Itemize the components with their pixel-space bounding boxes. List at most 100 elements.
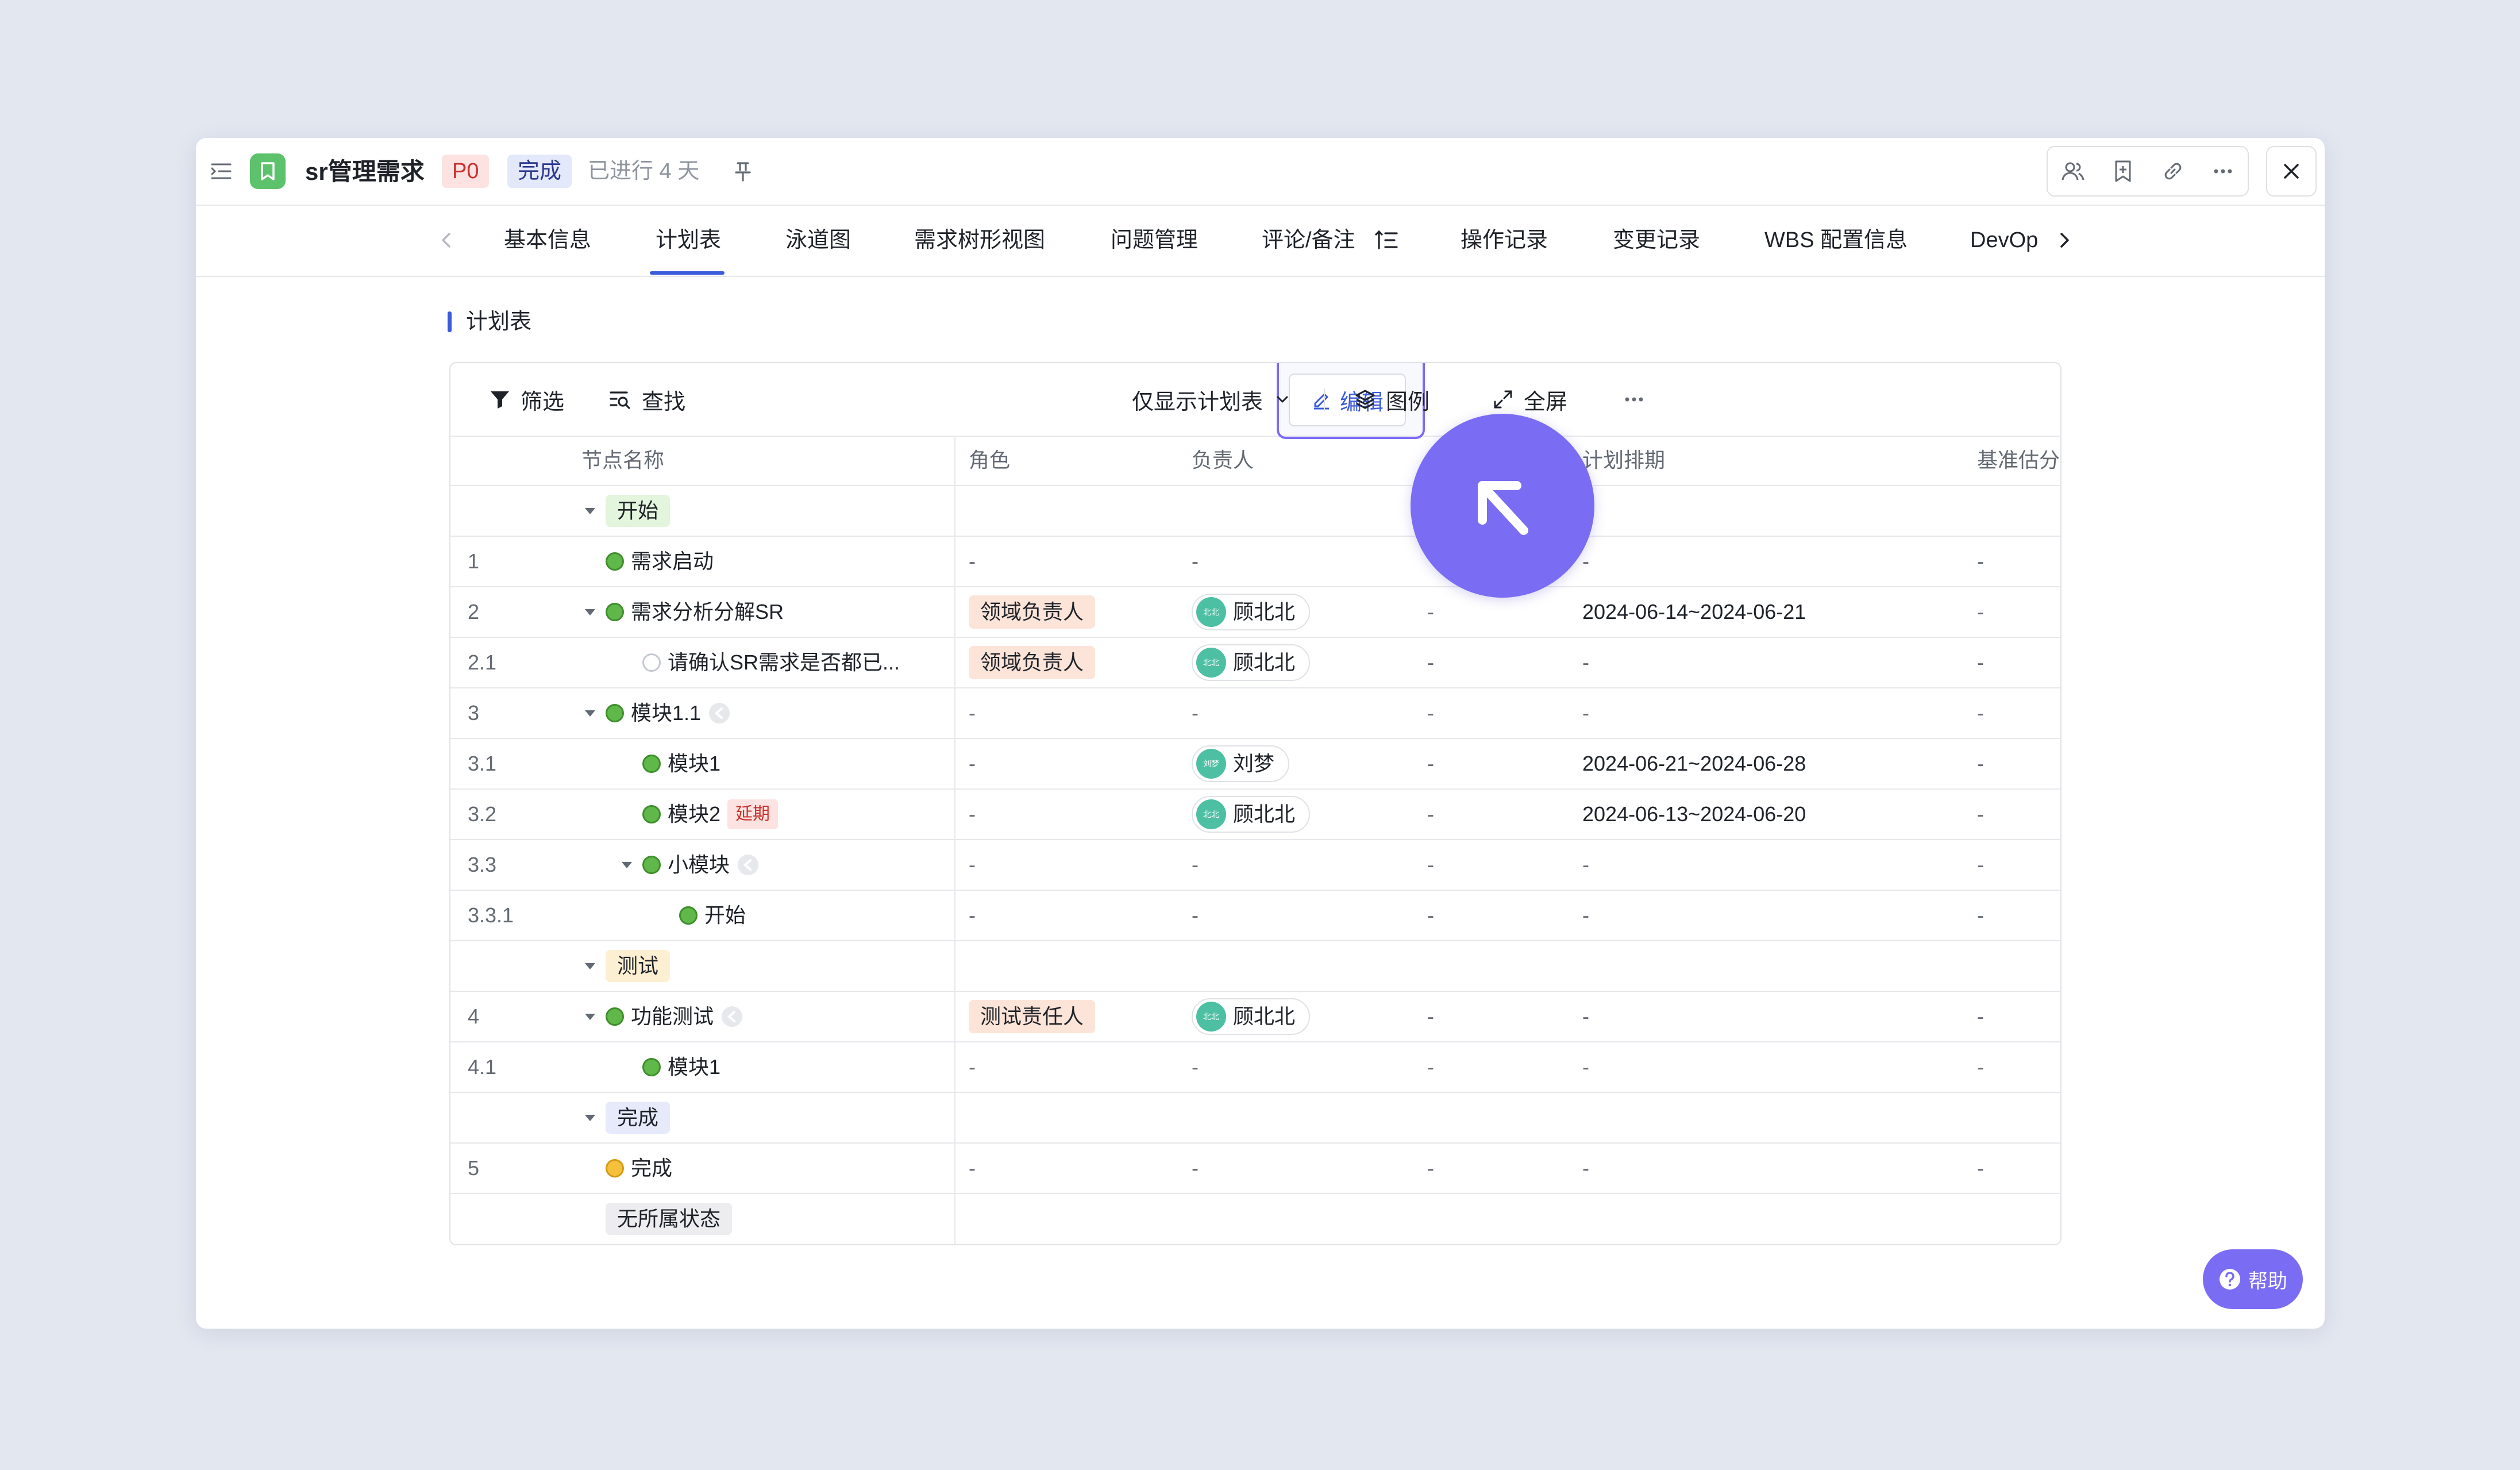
estimate-cell[interactable]: -	[1977, 688, 1984, 738]
tab-issues[interactable]: 问题管理	[1111, 206, 1198, 275]
role-cell[interactable]: -	[969, 1042, 976, 1092]
owner-cell[interactable]: -	[1192, 688, 1199, 738]
hidden-col-cell[interactable]: -	[1427, 587, 1434, 637]
hidden-col-cell[interactable]: -	[1427, 891, 1434, 940]
column-header-estimate[interactable]: 基准估分	[1977, 436, 2060, 485]
tab-devops[interactable]: DevOp	[1970, 206, 2038, 275]
schedule-cell[interactable]: -	[1582, 688, 1589, 738]
group-row-test[interactable]: 测试	[450, 941, 2060, 992]
owner-cell[interactable]: -	[1192, 537, 1199, 586]
role-cell[interactable]: -	[969, 739, 976, 788]
caret-down-icon[interactable]	[581, 603, 599, 621]
bookmark-button[interactable]	[2106, 154, 2140, 188]
table-row[interactable]: 3.3.1 开始 - - - - -	[450, 891, 2060, 941]
fullscreen-button[interactable]: 全屏	[1492, 384, 1567, 415]
hidden-col-cell[interactable]: -	[1427, 688, 1434, 738]
node-name[interactable]: 开始	[704, 891, 746, 940]
column-header-schedule[interactable]: 计划排期	[1582, 436, 1665, 485]
role-cell[interactable]: -	[969, 688, 976, 738]
node-name[interactable]: 功能测试	[631, 992, 714, 1041]
tab-operation-log[interactable]: 操作记录	[1461, 206, 1548, 275]
more-actions-button[interactable]	[2206, 154, 2240, 188]
role-tag[interactable]: 领域负责人	[969, 595, 1096, 629]
node-name[interactable]: 完成	[631, 1144, 672, 1193]
hidden-col-cell[interactable]: -	[1427, 790, 1434, 839]
schedule-cell[interactable]: -	[1582, 1042, 1589, 1092]
tab-comments[interactable]: 评论/备注	[1262, 206, 1355, 275]
node-name[interactable]: 模块1	[668, 1042, 720, 1092]
collapse-sidebar-icon[interactable]	[209, 159, 234, 184]
estimate-cell[interactable]: -	[1977, 790, 1984, 839]
estimate-cell[interactable]: -	[1977, 840, 1984, 890]
tab-wbs-config[interactable]: WBS 配置信息	[1764, 206, 1908, 275]
estimate-cell[interactable]: -	[1977, 992, 1984, 1041]
caret-down-icon[interactable]	[581, 502, 599, 519]
table-row[interactable]: 5 完成 - - - - -	[450, 1144, 2060, 1194]
hidden-col-cell[interactable]: -	[1427, 739, 1434, 788]
estimate-cell[interactable]: -	[1977, 1144, 1984, 1193]
schedule-cell[interactable]: -	[1582, 891, 1589, 940]
tab-tree-view[interactable]: 需求树形视图	[914, 206, 1045, 275]
search-button[interactable]: 查找	[608, 384, 685, 415]
owner-chip[interactable]: 北北 顾北北	[1192, 796, 1311, 833]
schedule-cell[interactable]: -	[1582, 992, 1589, 1041]
chevron-right-icon[interactable]	[2051, 226, 2078, 254]
tab-swimlane[interactable]: 泳道图	[785, 206, 851, 275]
estimate-cell[interactable]: -	[1977, 587, 1984, 637]
owner-cell[interactable]: -	[1192, 891, 1199, 940]
priority-badge[interactable]: P0	[442, 155, 490, 188]
owner-chip[interactable]: 北北 顾北北	[1192, 998, 1311, 1035]
tab-basic-info[interactable]: 基本信息	[504, 206, 591, 275]
table-row[interactable]: 2 需求分析分解SR 领域负责人 北北 顾北北 - 2024-06-14~2024…	[450, 587, 2060, 638]
role-cell[interactable]: -	[969, 537, 976, 586]
hidden-col-cell[interactable]: -	[1427, 992, 1434, 1041]
pin-icon[interactable]	[728, 156, 758, 186]
hidden-col-cell[interactable]: -	[1427, 1042, 1434, 1092]
dependency-icon[interactable]	[708, 702, 731, 725]
estimate-cell[interactable]: -	[1977, 891, 1984, 940]
filter-button[interactable]: 筛选	[488, 384, 564, 415]
help-button[interactable]: 帮助	[2203, 1249, 2303, 1309]
dependency-icon[interactable]	[737, 853, 760, 876]
toolbar-more-button[interactable]	[1621, 384, 1647, 415]
group-row-unassigned[interactable]: 无所属状态	[450, 1194, 2060, 1244]
owner-chip[interactable]: 刘梦 刘梦	[1192, 745, 1290, 782]
members-button[interactable]	[2056, 154, 2090, 188]
table-row[interactable]: 4 功能测试 测试责任人 北北 顾北北 - - -	[450, 992, 2060, 1042]
caret-down-icon[interactable]	[618, 856, 635, 873]
estimate-cell[interactable]: -	[1977, 638, 1984, 687]
caret-down-icon[interactable]	[581, 1008, 599, 1025]
sort-icon[interactable]	[1373, 226, 1400, 254]
hidden-col-cell[interactable]: -	[1427, 1144, 1434, 1193]
role-cell[interactable]: -	[969, 891, 976, 940]
role-tag[interactable]: 领域负责人	[969, 646, 1096, 679]
column-header-role[interactable]: 角色	[969, 436, 1010, 485]
node-name[interactable]: 模块2	[668, 790, 720, 839]
table-row[interactable]: 2.1 请确认SR需求是否都已... 领域负责人 北北 顾北北 - - -	[450, 638, 2060, 688]
table-row[interactable]: 3.3 小模块 - - - - -	[450, 840, 2060, 891]
status-badge[interactable]: 完成	[507, 155, 572, 188]
owner-cell[interactable]: -	[1192, 1042, 1199, 1092]
schedule-cell[interactable]: 2024-06-21~2024-06-28	[1582, 739, 1806, 788]
caret-down-icon[interactable]	[581, 1109, 599, 1126]
node-name[interactable]: 模块1.1	[631, 688, 701, 738]
role-tag[interactable]: 测试责任人	[969, 1000, 1096, 1033]
node-name[interactable]: 需求启动	[631, 537, 714, 586]
node-name[interactable]: 小模块	[668, 840, 730, 890]
legend-button[interactable]: 图例	[1354, 384, 1429, 415]
schedule-cell[interactable]: -	[1582, 638, 1589, 687]
role-cell[interactable]: -	[969, 1144, 976, 1193]
caret-down-icon[interactable]	[581, 705, 599, 722]
table-row[interactable]: 3.2 模块2 延期 - 北北 顾北北 - 2024-06-13~2024-06-…	[450, 790, 2060, 840]
group-row-done[interactable]: 完成	[450, 1093, 2060, 1144]
schedule-cell[interactable]: 2024-06-14~2024-06-21	[1582, 587, 1806, 637]
estimate-cell[interactable]: -	[1977, 537, 1984, 586]
hidden-col-cell[interactable]: -	[1427, 638, 1434, 687]
group-row-start[interactable]: 开始	[450, 486, 2060, 537]
column-header-name[interactable]: 节点名称	[581, 436, 664, 485]
schedule-cell[interactable]: 2024-06-13~2024-06-20	[1582, 790, 1806, 839]
estimate-cell[interactable]: -	[1977, 1042, 1984, 1092]
role-cell[interactable]: -	[969, 840, 976, 890]
table-row[interactable]: 3 模块1.1 - - - - -	[450, 688, 2060, 739]
caret-down-icon[interactable]	[581, 957, 599, 975]
